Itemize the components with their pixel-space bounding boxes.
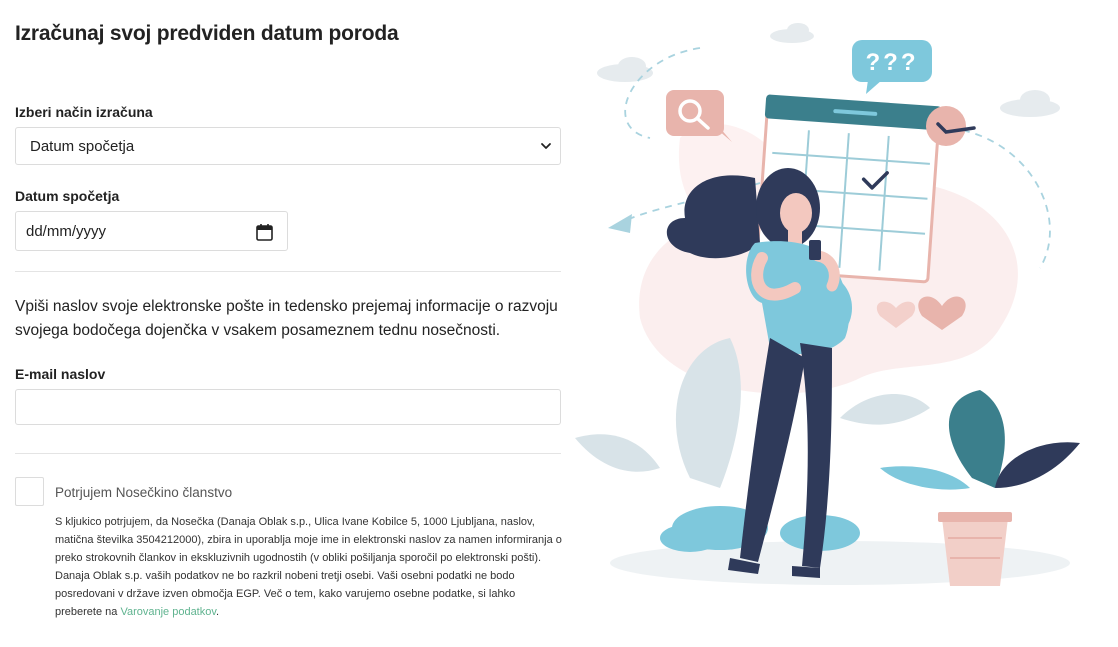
date-placeholder: dd/mm/yyyy: [26, 222, 107, 240]
legal-body: S kljukico potrjujem, da Nosečka (Danaja…: [55, 516, 562, 618]
membership-checkbox[interactable]: [15, 477, 44, 506]
legal-text: S kljukico potrjujem, da Nosečka (Danaja…: [55, 513, 565, 621]
pregnancy-illustration: ???: [575, 23, 1080, 586]
date-label: Datum spočetja: [15, 188, 120, 204]
email-label: E-mail naslov: [15, 366, 106, 382]
conception-date-input[interactable]: dd/mm/yyyy: [15, 211, 288, 251]
method-select-value: Datum spočetja: [30, 137, 135, 155]
chevron-down-icon: [541, 143, 551, 149]
clock-icon: [926, 106, 976, 146]
page-title: Izračunaj svoj predviden datum poroda: [15, 22, 399, 45]
divider: [15, 453, 561, 454]
method-label: Izberi način izračuna: [15, 104, 153, 120]
newsletter-intro: Vpiši naslov svoje elektronske pošte in …: [15, 298, 558, 339]
calendar-icon[interactable]: [256, 223, 273, 241]
membership-checkbox-label[interactable]: Potrjujem Nosečkino članstvo: [55, 485, 232, 500]
email-field[interactable]: [15, 389, 561, 425]
privacy-link[interactable]: Varovanje podatkov: [120, 606, 216, 618]
bubble-text: ???: [866, 49, 919, 76]
divider: [15, 271, 561, 272]
arrow-head-icon: [608, 214, 632, 233]
method-select[interactable]: Datum spočetja: [15, 127, 561, 165]
question-bubble: ???: [852, 40, 932, 94]
legal-end: .: [216, 606, 220, 618]
